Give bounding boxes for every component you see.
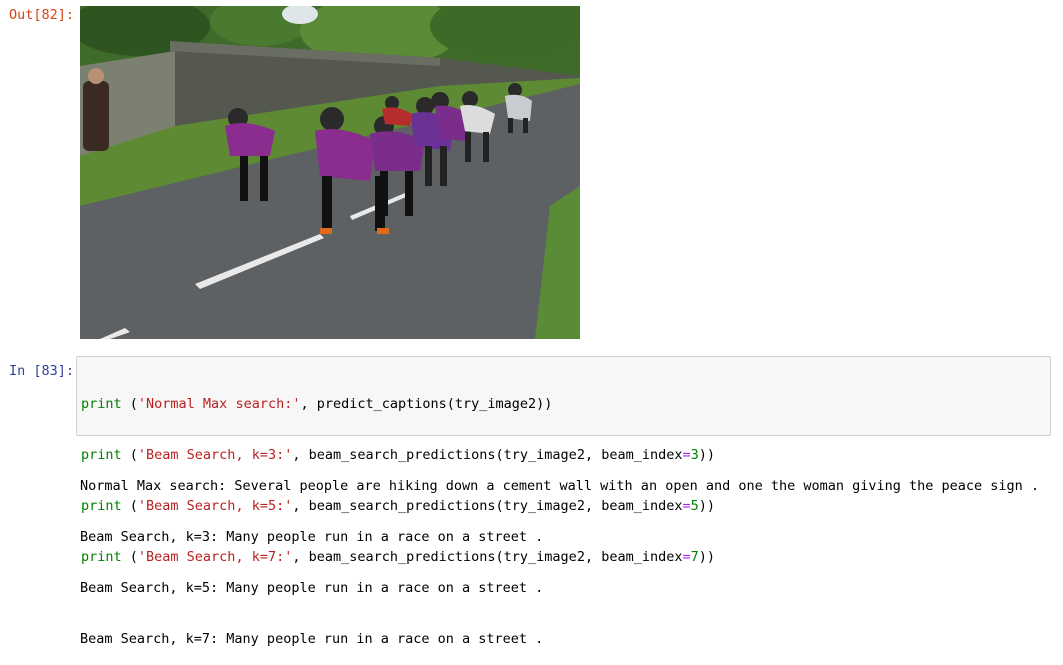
in-prompt: In [83]: <box>8 363 74 379</box>
output-image <box>80 6 580 339</box>
code-string: 'Normal Max search:' <box>137 396 301 412</box>
stdout-line: Beam Search, k=7: Many people run in a r… <box>80 631 544 647</box>
code-builtin: print <box>81 396 122 412</box>
code-text: , predict_captions(try_image2)) <box>300 396 553 412</box>
out-prompt: Out[82]: <box>8 7 74 23</box>
stdout-line: Beam Search, k=5: Many people run in a r… <box>80 580 544 596</box>
stdout-line: Beam Search, k=3: Many people run in a r… <box>80 529 544 545</box>
stdout-line: Normal Max search: Several people are hi… <box>80 478 1040 494</box>
cell-stdout: Normal Max search: Several people are hi… <box>80 444 1039 665</box>
code-input-area[interactable]: print ('Normal Max search:', predict_cap… <box>76 356 1051 565</box>
code-line: print ('Normal Max search:', predict_cap… <box>81 396 715 413</box>
code-text: ( <box>121 396 138 412</box>
